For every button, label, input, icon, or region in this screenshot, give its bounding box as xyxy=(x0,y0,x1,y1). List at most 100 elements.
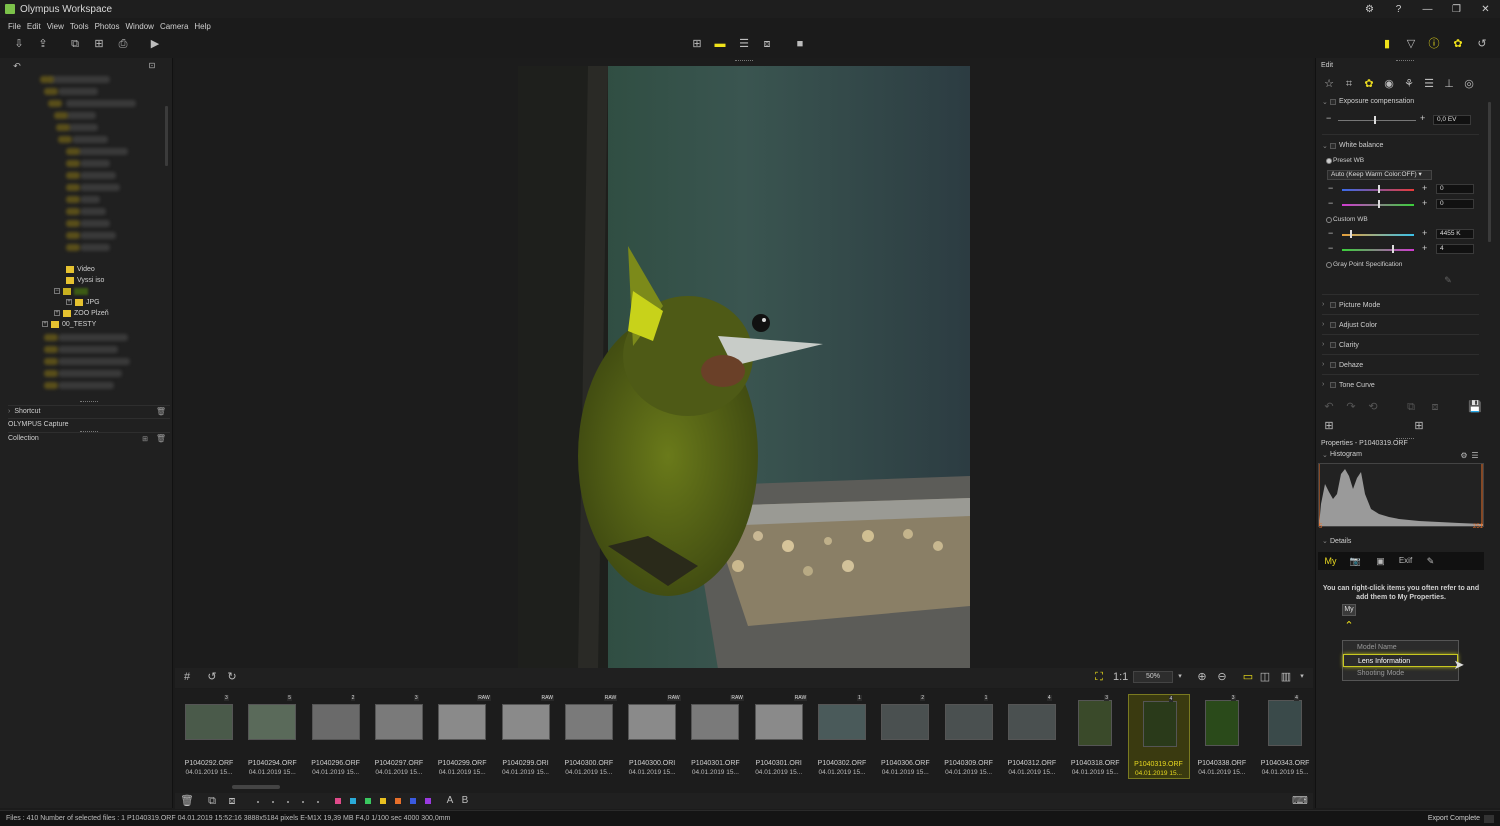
expand-chevron-icon[interactable]: ⌄ xyxy=(1322,451,1328,459)
maximize-button[interactable]: ❐ xyxy=(1442,0,1471,18)
undo-icon[interactable]: ↶ xyxy=(1322,401,1336,413)
filmstrip-thumbnail[interactable]: 2 P1040306.ORF 04.01.2019 15... xyxy=(874,694,936,779)
crop-icon[interactable]: ⌗ xyxy=(1339,76,1359,92)
rating-dot[interactable] xyxy=(302,801,304,803)
grid-view-icon[interactable]: ⊞ xyxy=(690,38,704,50)
sd-card-icon[interactable]: ▮ xyxy=(1380,38,1394,50)
tone-curve-title[interactable]: Tone Curve xyxy=(1339,382,1375,389)
color-label-pink[interactable] xyxy=(335,798,341,804)
my-properties-button[interactable]: My xyxy=(1342,604,1356,616)
slideshow-icon[interactable]: ▶ xyxy=(148,38,162,50)
filmstrip-thumbnail[interactable]: 3 P1040292.ORF 04.01.2019 15... xyxy=(178,694,240,779)
list-view-icon[interactable]: ☰ xyxy=(737,38,751,50)
exposure-checkbox[interactable] xyxy=(1330,99,1336,105)
edit-panel-icon[interactable]: ✿ xyxy=(1451,38,1465,50)
filmstrip-thumbnail[interactable]: RAW P1040301.ORI 04.01.2019 15... xyxy=(748,694,810,779)
preset-wb-dropdown[interactable]: Auto (Keep Warm Color:OFF) ▾ xyxy=(1327,170,1432,180)
tab-exif[interactable]: Exif xyxy=(1393,552,1418,570)
settings-icon[interactable]: ⚙ xyxy=(1355,0,1384,18)
custom-wb-kelvin-slider[interactable] xyxy=(1342,230,1414,238)
rating-dot[interactable] xyxy=(257,801,259,803)
splitter-grip[interactable] xyxy=(1396,60,1414,62)
adjust-color-title[interactable]: Adjust Color xyxy=(1339,322,1377,329)
splitter-grip[interactable] xyxy=(735,60,753,62)
menu-view[interactable]: View xyxy=(47,20,64,34)
wb-slider-green[interactable] xyxy=(1342,200,1414,208)
custom-wb-tint-slider[interactable] xyxy=(1342,245,1414,253)
history-icon[interactable]: ↺ xyxy=(1475,38,1489,50)
menu-file[interactable]: File xyxy=(8,20,21,34)
eye-icon[interactable]: ◎ xyxy=(1459,76,1479,92)
olympus-capture-panel[interactable]: OLYMPUS Capture xyxy=(8,418,170,430)
star-icon[interactable]: ☆ xyxy=(1319,76,1339,92)
split-layout-icon[interactable]: ▥ xyxy=(1279,671,1293,683)
filmstrip-thumbnail[interactable]: 4 P1040343.ORF 04.01.2019 15... xyxy=(1254,694,1316,779)
minus-icon[interactable]: − xyxy=(1328,228,1333,238)
color-label-yellow[interactable] xyxy=(380,798,386,804)
plus-icon[interactable]: + xyxy=(1420,113,1425,123)
clarity-checkbox[interactable] xyxy=(1330,342,1336,348)
dehaze-title[interactable]: Dehaze xyxy=(1339,362,1363,369)
filmstrip-thumbnail[interactable]: RAW P1040299.ORI 04.01.2019 15... xyxy=(495,694,557,779)
color-label-blue[interactable] xyxy=(350,798,356,804)
reset-icon[interactable]: ⟲ xyxy=(1366,401,1380,413)
import-icon[interactable]: ⇩ xyxy=(12,38,26,50)
edit-scrollbar[interactable] xyxy=(1488,102,1491,242)
minimize-button[interactable]: — xyxy=(1413,0,1442,18)
clarity-title[interactable]: Clarity xyxy=(1339,342,1359,349)
filmstrip-thumbnail[interactable]: 1 P1040309.ORF 04.01.2019 15... xyxy=(938,694,1000,779)
paste-settings-icon[interactable]: ⧈ xyxy=(1428,401,1442,413)
tree-item-00-testy[interactable]: + 00_TESTY xyxy=(42,319,96,329)
wb-amber-value[interactable]: 0 xyxy=(1436,184,1474,194)
collection-panel[interactable]: Collection ⊞ 🗑 xyxy=(8,432,170,444)
tree-item-vyssi-iso[interactable]: Vyssi iso xyxy=(66,275,104,285)
filmstrip-thumbnail[interactable]: 4 P1040319.ORF 04.01.2019 15... xyxy=(1127,694,1190,779)
picture-mode-title[interactable]: Picture Mode xyxy=(1339,302,1380,309)
collapse-chevron-icon[interactable]: › xyxy=(1322,381,1324,388)
plus-icon[interactable]: + xyxy=(1422,198,1427,208)
plus-icon[interactable]: + xyxy=(1422,183,1427,193)
preset-wb-radio[interactable] xyxy=(1326,158,1332,164)
filmstrip-scrollbar[interactable] xyxy=(232,785,280,789)
minus-icon[interactable]: − xyxy=(1326,113,1331,123)
zoom-out-icon[interactable]: ⊖ xyxy=(1215,671,1229,683)
zoom-level[interactable]: 50% xyxy=(1133,671,1173,683)
filmstrip-thumbnail[interactable]: 4 P1040312.ORF 04.01.2019 15... xyxy=(1001,694,1063,779)
close-button[interactable]: ✕ xyxy=(1471,0,1500,18)
image-viewer[interactable] xyxy=(175,58,1313,669)
menu-model-name[interactable]: Model Name xyxy=(1343,641,1458,654)
save-icon[interactable]: 💾 xyxy=(1468,401,1482,413)
filter-icon[interactable]: ▽ xyxy=(1404,38,1418,50)
color-label-green[interactable] xyxy=(365,798,371,804)
collapse-chevron-icon[interactable]: › xyxy=(1322,341,1324,348)
tree-scrollbar[interactable] xyxy=(165,106,168,166)
expand-icon[interactable]: + xyxy=(42,321,48,327)
picture-mode-checkbox[interactable] xyxy=(1330,302,1336,308)
adjust-color-checkbox[interactable] xyxy=(1330,322,1336,328)
redo-icon[interactable]: ↷ xyxy=(1344,401,1358,413)
exposure-slider[interactable] xyxy=(1338,116,1416,124)
expand-chevron-icon[interactable]: ⌄ xyxy=(1322,142,1328,150)
filmstrip-thumbnail[interactable]: 3 P1040297.ORF 04.01.2019 15... xyxy=(368,694,430,779)
plus-icon[interactable]: + xyxy=(1422,243,1427,253)
collapse-chevron-icon[interactable]: › xyxy=(1322,321,1324,328)
rotate-right-icon[interactable]: ↻ xyxy=(225,671,239,683)
trash-icon[interactable]: 🗑 xyxy=(156,434,166,443)
collection-add-icon[interactable]: ⊞ xyxy=(142,435,148,443)
exposure-value[interactable]: 0,0 EV xyxy=(1433,115,1471,125)
actual-size-icon[interactable]: 1:1 xyxy=(1113,671,1128,683)
filmstrip-thumbnail[interactable]: 3 P1040318.ORF 04.01.2019 15... xyxy=(1064,694,1126,779)
tree-item-video[interactable]: Video xyxy=(66,264,95,274)
compare-icon[interactable]: ⧉ xyxy=(68,38,82,50)
custom-wb-tint-value[interactable]: 4 xyxy=(1436,244,1474,254)
menu-photos[interactable]: Photos xyxy=(95,20,120,34)
expand-chevron-icon[interactable]: ⌄ xyxy=(1322,537,1328,545)
dehaze-checkbox[interactable] xyxy=(1330,362,1336,368)
histogram-menu-icon[interactable]: ☰ xyxy=(1468,450,1482,462)
zoom-dropdown-icon[interactable]: ▾ xyxy=(1173,671,1187,683)
fit-screen-icon[interactable]: ⛶ xyxy=(1092,671,1106,683)
tab-my[interactable]: My xyxy=(1318,552,1343,570)
menu-shooting-mode[interactable]: Shooting Mode xyxy=(1343,667,1458,680)
filmstrip-thumbnail[interactable]: RAW P1040299.ORF 04.01.2019 15... xyxy=(431,694,493,779)
single-layout-icon[interactable]: ▭ xyxy=(1241,671,1255,683)
